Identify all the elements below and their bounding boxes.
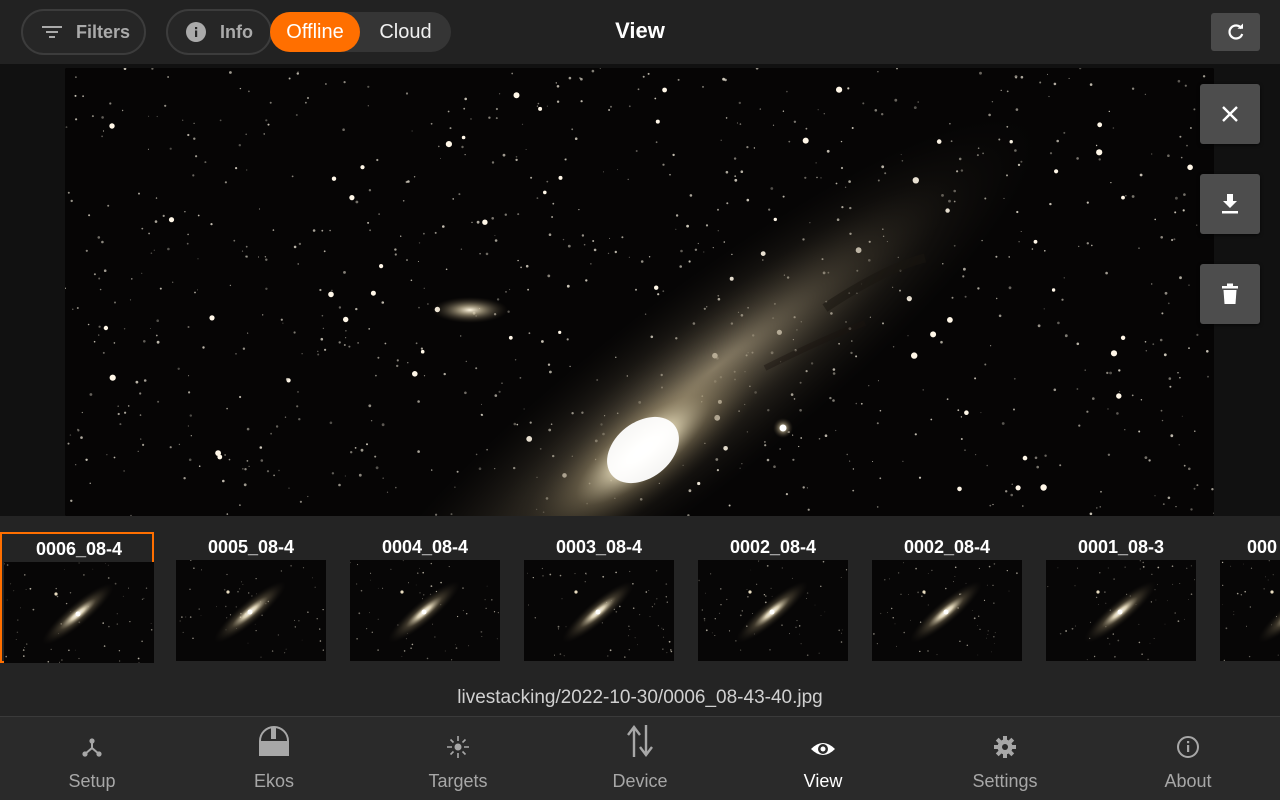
- thumbnail-0002a[interactable]: 0002_08-4: [696, 532, 850, 663]
- eye-icon: [811, 743, 835, 755]
- thumbnail-0002b[interactable]: 0002_08-4: [870, 532, 1024, 663]
- thumbnail-0003[interactable]: 0003_08-4: [522, 532, 676, 663]
- filter-icon: [42, 26, 62, 38]
- image-viewer[interactable]: [65, 68, 1214, 516]
- thumbnail-0001[interactable]: 0001_08-3: [1044, 532, 1198, 663]
- thumbnail-label: 0003_08-4: [555, 537, 643, 557]
- thumbnail-label: 0001_08-3: [1077, 537, 1165, 557]
- offline-tab[interactable]: Offline: [270, 12, 360, 52]
- nav-label: Device: [612, 771, 668, 791]
- delete-button[interactable]: [1200, 264, 1260, 324]
- filters-label: Filters: [76, 21, 131, 42]
- galaxy-image: [65, 68, 1214, 516]
- thumbnail-image: [176, 560, 326, 661]
- refresh-button[interactable]: [1211, 13, 1260, 51]
- nav-settings[interactable]: Settings: [935, 717, 1075, 800]
- device-icon: [627, 725, 653, 757]
- nav-targets[interactable]: Targets: [388, 717, 528, 800]
- thumbnail-label: 0006_08-4: [35, 539, 123, 559]
- setup-icon: [82, 738, 102, 757]
- nav-label: Targets: [428, 771, 488, 791]
- thumbnail-label: 0002_08-4: [903, 537, 991, 557]
- gear-icon: [994, 736, 1016, 758]
- thumbnail-label: 0004_08-4: [381, 537, 469, 557]
- thumbnail-label: 000: [1247, 537, 1278, 557]
- thumbnail-strip[interactable]: 0006_08-4 0005_08-4 0004_08-4 0003_08-4 …: [0, 516, 1280, 676]
- top-bar: Filters Info Offline Cloud View: [0, 0, 1280, 64]
- thumbnail-image: [1220, 560, 1280, 661]
- nav-about[interactable]: About: [1118, 717, 1258, 800]
- file-path-label: livestacking/2022-10-30/0006_08-43-40.jp…: [0, 676, 1280, 716]
- thumbnail-partial[interactable]: 000: [1218, 532, 1280, 663]
- source-toggle: Offline Cloud: [270, 12, 451, 52]
- nav-device[interactable]: Device: [570, 717, 710, 800]
- download-icon: [1222, 194, 1238, 214]
- cloud-tab[interactable]: Cloud: [360, 12, 451, 52]
- nav-label: Setup: [68, 771, 116, 791]
- thumbnail-0004[interactable]: 0004_08-4: [348, 532, 502, 663]
- thumbnail-image: [872, 560, 1022, 661]
- bottom-navigation: Setup Ekos Targets Device View Settings …: [0, 716, 1280, 800]
- page-title: View: [615, 18, 665, 43]
- info-label: Info: [220, 21, 253, 42]
- nav-ekos[interactable]: Ekos: [204, 717, 344, 800]
- nav-label: View: [803, 771, 843, 791]
- info-icon: [1177, 736, 1199, 758]
- close-icon: [1222, 106, 1238, 122]
- filters-button[interactable]: Filters: [21, 9, 146, 55]
- thumbnail-0005[interactable]: 0005_08-4: [174, 532, 328, 663]
- nav-label: Settings: [972, 771, 1038, 791]
- thumbnail-image: [698, 560, 848, 661]
- thumbnail-label: 0002_08-4: [729, 537, 817, 557]
- app-root: Filters Info Offline Cloud View 0006_08-…: [0, 0, 1280, 800]
- nav-setup[interactable]: Setup: [22, 717, 162, 800]
- nav-label: About: [1164, 771, 1212, 791]
- thumbnail-label: 0005_08-4: [207, 537, 295, 557]
- ekos-dome-icon: [259, 726, 289, 756]
- thumbnail-image: [350, 560, 500, 661]
- nav-label: Ekos: [253, 771, 295, 791]
- thumbnail-0006[interactable]: 0006_08-4: [0, 532, 154, 663]
- thumbnail-image: [1046, 560, 1196, 661]
- nav-view[interactable]: View: [753, 717, 893, 800]
- thumbnail-image: [524, 560, 674, 661]
- info-icon: [186, 22, 206, 42]
- download-button[interactable]: [1200, 174, 1260, 234]
- info-button[interactable]: Info: [166, 9, 272, 55]
- targets-icon: [447, 736, 469, 758]
- trash-icon: [1222, 283, 1238, 304]
- thumbnail-image: [4, 562, 154, 663]
- close-button[interactable]: [1200, 84, 1260, 144]
- refresh-icon: [1227, 23, 1243, 40]
